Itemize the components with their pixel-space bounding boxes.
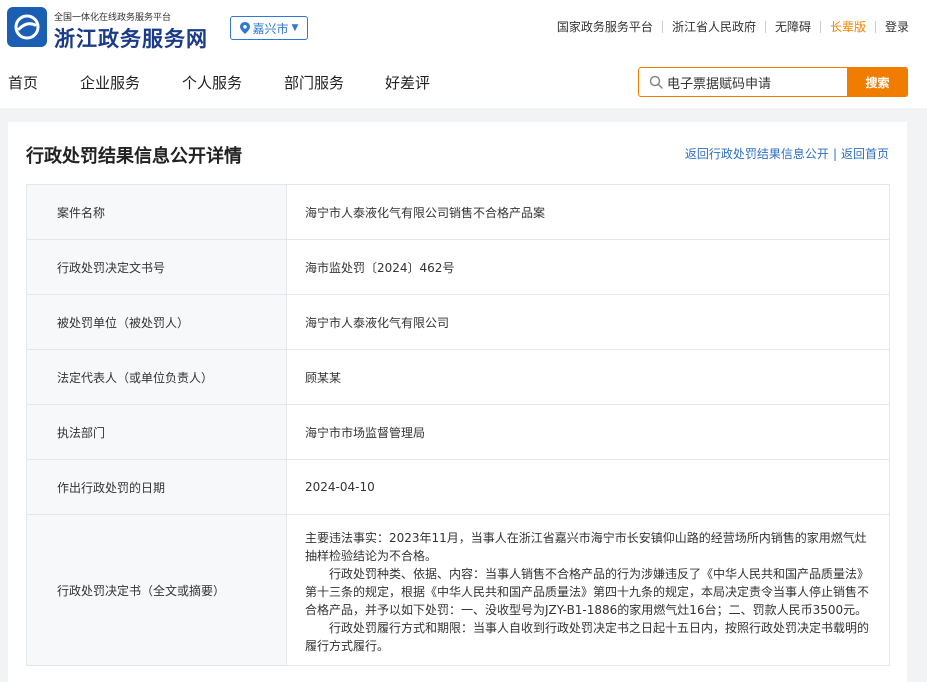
- search-input[interactable]: [667, 68, 847, 96]
- row-value: 海市监处罚〔2024〕462号: [286, 239, 890, 295]
- table-row-decision: 行政处罚决定书（全文或摘要） 主要违法事实：2023年11月，当事人在浙江省嘉兴…: [26, 514, 890, 666]
- divider: [819, 20, 821, 33]
- nav-rating[interactable]: 好差评: [385, 72, 430, 93]
- site-name[interactable]: 浙江政务服务网: [54, 23, 208, 53]
- row-value: 海宁市市场监督管理局: [286, 404, 890, 460]
- row-value: 2024-04-10: [286, 459, 890, 515]
- search-button[interactable]: 搜索: [847, 67, 908, 97]
- link-accessibility[interactable]: 无障碍: [775, 18, 811, 35]
- row-key: 行政处罚决定文书号: [26, 239, 287, 295]
- link-national-platform[interactable]: 国家政务服务平台: [557, 18, 653, 35]
- caret-down-icon: ▼: [291, 23, 299, 33]
- nav-enterprise[interactable]: 企业服务: [80, 72, 140, 93]
- page-links: 返回行政处罚结果信息公开 | 返回首页: [685, 145, 889, 162]
- back-to-list-link[interactable]: 返回行政处罚结果信息公开: [685, 145, 829, 162]
- divider: [874, 20, 876, 33]
- back-home-link[interactable]: 返回首页: [841, 145, 889, 162]
- link-separator: |: [832, 146, 837, 161]
- page-title: 行政处罚结果信息公开详情: [26, 146, 242, 167]
- decision-text: 主要违法事实：2023年11月，当事人在浙江省嘉兴市海宁市长安镇仰山路的经营场所…: [286, 514, 890, 666]
- decision-penalty: 行政处罚种类、依据、内容：当事人销售不合格产品的行为涉嫌违反了《中华人民共和国产…: [305, 567, 870, 617]
- row-key: 案件名称: [26, 184, 287, 240]
- row-key: 法定代表人（或单位负责人）: [26, 349, 287, 405]
- row-key: 被处罚单位（被处罚人）: [26, 294, 287, 350]
- table-row: 案件名称 海宁市人泰液化气有限公司销售不合格产品案: [26, 184, 890, 240]
- top-header: 全国一体化在线政务服务平台 浙江政务服务网 嘉兴市 ▼ 国家政务服务平台 浙江省…: [0, 0, 927, 58]
- nav-personal[interactable]: 个人服务: [182, 72, 242, 93]
- row-value: 海宁市人泰液化气有限公司: [286, 294, 890, 350]
- detail-panel: 行政处罚结果信息公开详情 返回行政处罚结果信息公开 | 返回首页 案件名称 海宁…: [8, 122, 907, 682]
- nav-department[interactable]: 部门服务: [284, 72, 344, 93]
- link-login[interactable]: 登录: [885, 18, 909, 35]
- search-icon: [649, 75, 663, 89]
- top-links: 国家政务服务平台 浙江省人民政府 无障碍 长辈版 登录: [557, 18, 909, 35]
- platform-subtitle: 全国一体化在线政务服务平台: [54, 13, 172, 23]
- row-key: 作出行政处罚的日期: [26, 459, 287, 515]
- nav-home[interactable]: 首页: [8, 72, 38, 93]
- table-row: 作出行政处罚的日期 2024-04-10: [26, 459, 890, 515]
- city-selector[interactable]: 嘉兴市 ▼: [230, 16, 308, 40]
- link-zhejiang-gov[interactable]: 浙江省人民政府: [672, 18, 756, 35]
- row-key: 执法部门: [26, 404, 287, 460]
- divider: [764, 20, 766, 33]
- detail-table: 案件名称 海宁市人泰液化气有限公司销售不合格产品案 行政处罚决定文书号 海市监处…: [26, 184, 890, 666]
- decision-fulfillment: 行政处罚履行方式和期限：当事人自收到行政处罚决定书之日起十五日内，按照行政处罚决…: [305, 621, 870, 653]
- link-elder-version[interactable]: 长辈版: [830, 18, 866, 35]
- decision-facts: 主要违法事实：2023年11月，当事人在浙江省嘉兴市海宁市长安镇仰山路的经营场所…: [305, 531, 867, 563]
- divider: [661, 20, 663, 33]
- city-label: 嘉兴市: [252, 21, 289, 36]
- site-logo-icon[interactable]: [7, 7, 47, 47]
- table-row: 执法部门 海宁市市场监督管理局: [26, 404, 890, 460]
- search-box: 搜索: [638, 67, 908, 97]
- row-key: 行政处罚决定书（全文或摘要）: [26, 514, 287, 666]
- location-pin-icon: [239, 22, 250, 34]
- table-row: 法定代表人（或单位负责人） 顾某某: [26, 349, 890, 405]
- row-value: 海宁市人泰液化气有限公司销售不合格产品案: [286, 184, 890, 240]
- table-row: 行政处罚决定文书号 海市监处罚〔2024〕462号: [26, 239, 890, 295]
- row-value: 顾某某: [286, 349, 890, 405]
- table-row: 被处罚单位（被处罚人） 海宁市人泰液化气有限公司: [26, 294, 890, 350]
